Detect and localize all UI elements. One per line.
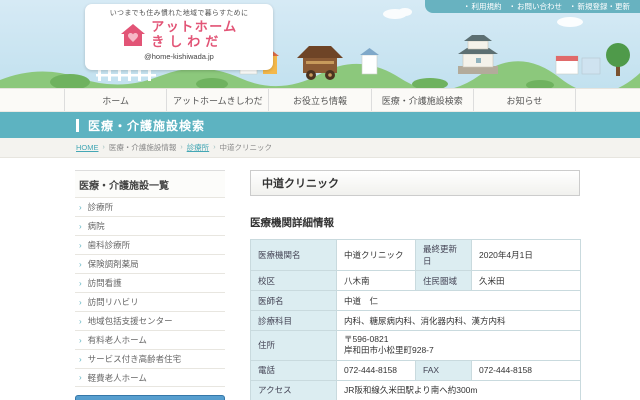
link-bullet: ・: [569, 2, 577, 11]
contact-link[interactable]: ・お問い合わせ: [509, 1, 563, 12]
tree-illustration: [606, 43, 630, 76]
breadcrumb-current-page: 中道クリニック: [219, 143, 273, 152]
arrow-icon: ›: [79, 316, 82, 326]
breadcrumb-facility-info: 医療・介護施設情報: [108, 143, 177, 152]
arrow-icon: ›: [79, 259, 82, 269]
register-update-link[interactable]: ・新規登録・更新: [569, 1, 630, 12]
fence-illustration: [96, 70, 156, 81]
breadcrumb-separator: ›: [213, 144, 216, 151]
sidebar-item-senior-housing[interactable]: › サービス付き高齢者住宅: [75, 349, 225, 368]
table-row: 住所 〒596-0821 岸和田市小松里町928-7: [250, 330, 581, 361]
global-nav: ホーム アットホームきしわだ お役立ち情報 医療・介護施設検索 お知らせ: [0, 88, 640, 112]
nav-tab-home[interactable]: ホーム: [64, 89, 166, 111]
main-panel: 中道クリニック 医療機関詳細情報 医療機関名 中道クリニック 最終更新日 202…: [250, 170, 581, 400]
utility-links-bar: ・利用規約 ・お問い合わせ ・新規登録・更新: [425, 0, 640, 13]
breadcrumb-separator: ›: [102, 144, 105, 151]
arrow-icon: ›: [79, 373, 82, 382]
title-accent-bar: [76, 118, 79, 132]
arrow-icon: ›: [79, 354, 82, 364]
terms-link[interactable]: ・利用規約: [463, 1, 502, 12]
sidebar-item-visiting-nursing[interactable]: › 訪問看護: [75, 273, 225, 292]
page-title: 医療・介護施設検索: [88, 118, 206, 133]
logo-row: アットホーム きしわだ: [85, 19, 273, 50]
house-heart-logo-icon: [121, 23, 146, 46]
sidebar-item-hospital[interactable]: › 病院: [75, 216, 225, 235]
breadcrumb-home-link[interactable]: HOME: [76, 143, 99, 152]
sidebar-list: › 診療所 › 病院 › 歯科診療所 › 保険調剤薬局 › 訪問看護 › 訪問リハビリ › 地…: [75, 197, 225, 387]
table-row: 校区 八木南 住民圏域 久米田: [250, 270, 581, 291]
page-title-band: 医療・介護施設検索: [0, 112, 640, 138]
facility-detail-table: 医療機関名 中道クリニック 最終更新日 2020年4月1日 校区 八木南 住民圏…: [250, 239, 581, 400]
sidebar-item-dental-clinic[interactable]: › 歯科診療所: [75, 235, 225, 254]
content-area: 医療・介護施設一覧 › 診療所 › 病院 › 歯科診療所 › 保険調剤薬局 › 訪問看護 …: [0, 158, 640, 400]
street-address: 岸和田市小松里町928-7: [344, 345, 434, 356]
breadcrumb: HOME › 医療・介護施設情報 › 診療所 › 中道クリニック: [0, 138, 640, 158]
nav-tab-about[interactable]: アットホームきしわだ: [166, 89, 268, 111]
sidebar: 医療・介護施設一覧 › 診療所 › 病院 › 歯科診療所 › 保険調剤薬局 › 訪問看護 …: [75, 170, 225, 400]
breadcrumb-separator: ›: [180, 144, 183, 151]
arrow-icon: ›: [79, 240, 82, 250]
shop-illustration: [555, 55, 601, 75]
facility-search-button[interactable]: 医療・介護施設検索: [75, 395, 225, 400]
kishiwada-castle-illustration: [458, 35, 498, 74]
table-row: 電話 072-444-8158 FAX 072-444-8158: [250, 359, 581, 381]
arrow-icon: ›: [79, 278, 82, 288]
facility-title: 中道クリニック: [250, 170, 580, 196]
table-row: 医療機関名 中道クリニック 最終更新日 2020年4月1日: [250, 239, 581, 271]
table-row: 診療科目 内科、糖尿病内科、消化器内科、漢方内科: [250, 310, 581, 331]
breadcrumb-clinic-list-link[interactable]: 診療所: [187, 142, 210, 153]
sidebar-item-support-center[interactable]: › 地域包括支援センター: [75, 311, 225, 330]
link-bullet: ・: [463, 2, 471, 11]
nav-tab-news[interactable]: お知らせ: [472, 89, 577, 111]
sidebar-item-paid-nursing-home[interactable]: › 有料老人ホーム: [75, 330, 225, 349]
arrow-icon: ›: [79, 297, 82, 307]
table-row: 医師名 中道 仁: [250, 290, 581, 311]
logo-domain: @home-kishiwada.jp: [144, 51, 214, 61]
nav-tab-useful-info[interactable]: お役立ち情報: [268, 89, 370, 111]
postal-code: 〒596-0821: [344, 334, 389, 344]
logo-tagline: いつまでも住み慣れた地域で暮らすために: [109, 10, 249, 17]
site-header: ・利用規約 ・お問い合わせ ・新規登録・更新 いつまでも住み慣れた地域で暮らすた…: [0, 0, 640, 88]
sidebar-item-pharmacy[interactable]: › 保険調剤薬局: [75, 254, 225, 273]
page-root: ・利用規約 ・お問い合わせ ・新規登録・更新 いつまでも住み慣れた地域で暮らすた…: [0, 0, 640, 400]
arrow-icon: ›: [79, 202, 82, 212]
sidebar-item-lowcost-nursing-home[interactable]: › 軽費老人ホーム: [75, 368, 225, 387]
arrow-icon: ›: [79, 335, 82, 345]
site-logo[interactable]: いつまでも住み慣れた地域で暮らすために アットホーム きしわだ @home-ki…: [85, 4, 273, 70]
table-row: アクセス JR阪和線久米田駅より南へ約300m: [250, 379, 581, 400]
logo-text: アットホーム きしわだ: [151, 19, 238, 49]
arrow-icon: ›: [79, 221, 82, 231]
nav-tab-facility-search[interactable]: 医療・介護施設検索: [370, 89, 473, 111]
section-heading: 医療機関詳細情報: [250, 217, 334, 229]
sidebar-title: 医療・介護施設一覧: [75, 170, 225, 197]
sidebar-item-clinic[interactable]: › 診療所: [75, 197, 225, 216]
link-bullet: ・: [508, 2, 517, 11]
sidebar-item-visiting-rehab[interactable]: › 訪問リハビリ: [75, 292, 225, 311]
